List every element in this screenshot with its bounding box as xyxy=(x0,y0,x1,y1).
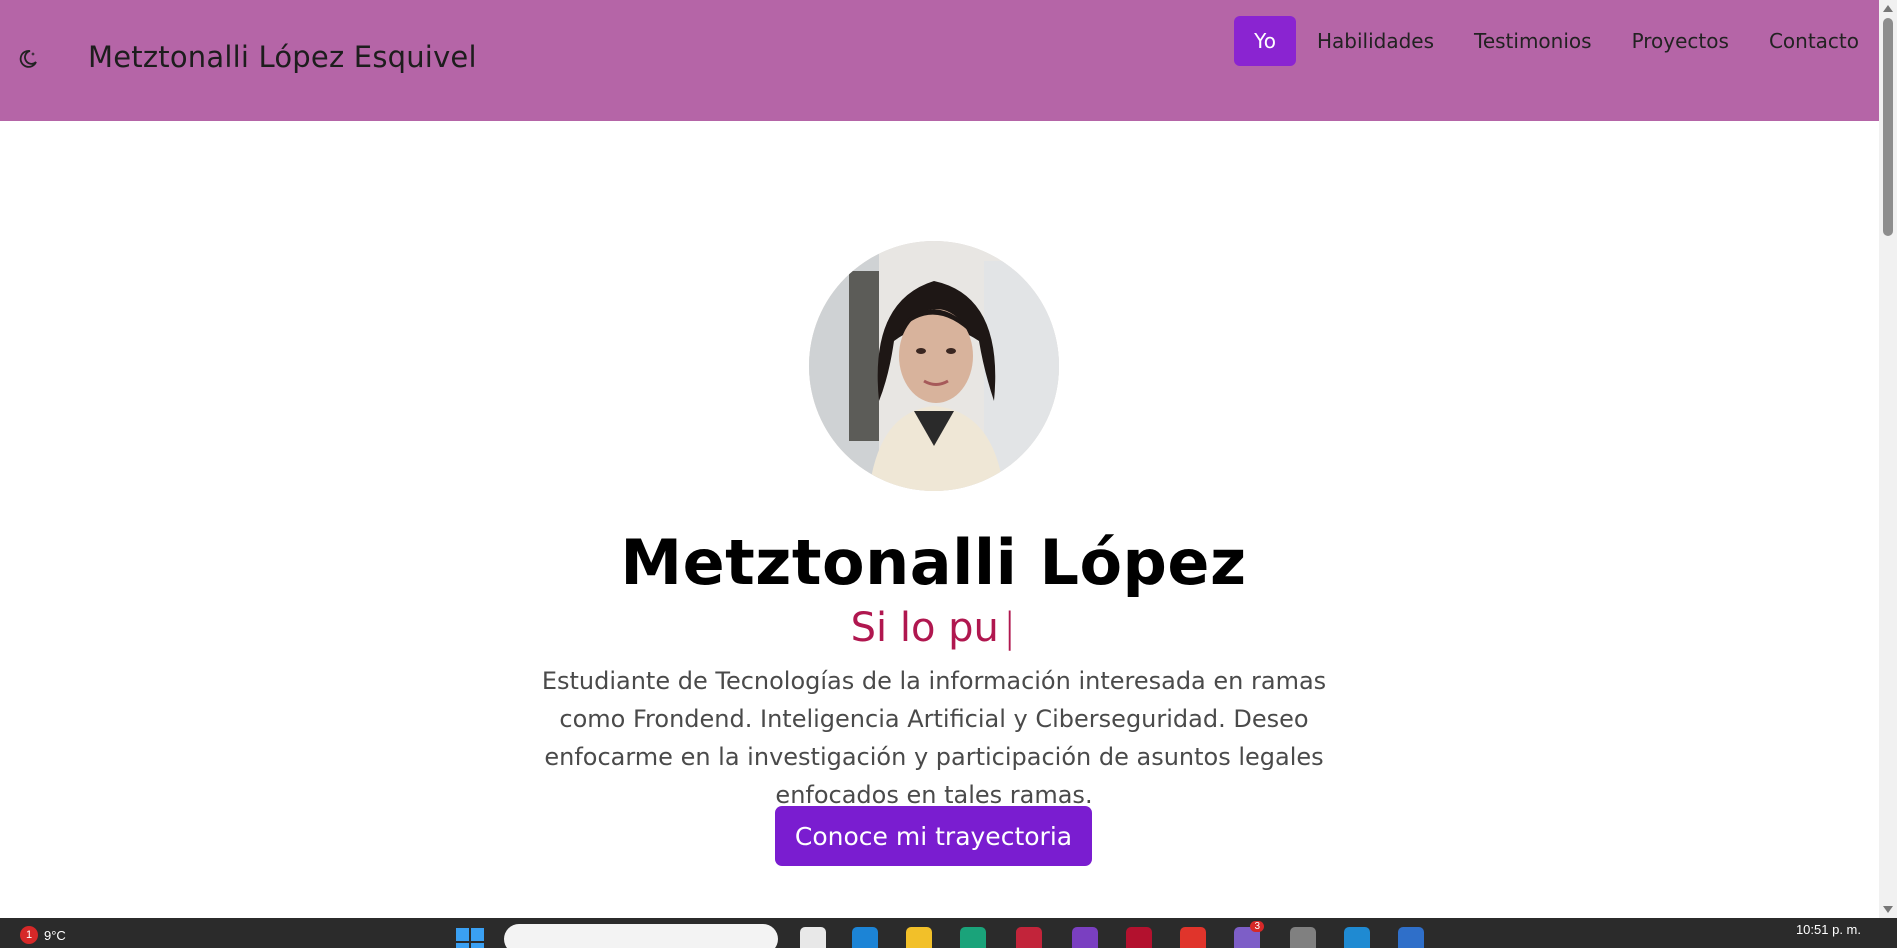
browser-viewport: Metztonalli López Esquivel Yo Habilidade… xyxy=(0,0,1897,918)
vscode-icon[interactable] xyxy=(1344,927,1370,948)
weather-widget[interactable]: 1 9°C xyxy=(20,926,66,944)
app-icon-2[interactable] xyxy=(1180,927,1206,948)
scroll-thumb[interactable] xyxy=(1883,18,1893,236)
task-view-icon[interactable] xyxy=(800,927,826,948)
settings-icon[interactable] xyxy=(1290,927,1316,948)
app-icon[interactable] xyxy=(1126,927,1152,948)
edge-icon[interactable] xyxy=(852,927,878,948)
top-navbar: Metztonalli López Esquivel Yo Habilidade… xyxy=(0,0,1879,121)
scroll-down-arrow-icon[interactable] xyxy=(1883,906,1893,913)
site-brand[interactable]: Metztonalli López Esquivel xyxy=(88,40,477,74)
weather-alert-badge: 1 xyxy=(20,926,38,944)
mail-app-icon[interactable] xyxy=(1016,927,1042,948)
browser-icon[interactable] xyxy=(960,927,986,948)
weather-temp: 9°C xyxy=(44,927,66,943)
typed-cursor: | xyxy=(1002,605,1017,651)
os-taskbar: 1 9°C 3 10:51 p. m. xyxy=(0,918,1897,948)
scroll-up-arrow-icon[interactable] xyxy=(1883,5,1893,12)
app-badge: 3 xyxy=(1250,921,1264,932)
windows-start-icon[interactable] xyxy=(456,928,486,948)
file-explorer-icon[interactable] xyxy=(906,927,932,948)
taskbar-search[interactable] xyxy=(504,924,778,948)
active-app-icon[interactable]: 3 xyxy=(1234,921,1264,948)
nav-item-habilidades[interactable]: Habilidades xyxy=(1297,16,1454,66)
typed-text-line: Si lo pu | xyxy=(0,605,1867,651)
hero-bio: Estudiante de Tecnologías de la informac… xyxy=(541,667,1327,809)
nav-menu: Yo Habilidades Testimonios Proyectos Con… xyxy=(1234,16,1879,66)
calendar-icon[interactable] xyxy=(1398,927,1424,948)
moon-icon[interactable] xyxy=(14,45,42,73)
typed-text: Si lo pu xyxy=(850,605,999,651)
nav-item-contacto[interactable]: Contacto xyxy=(1749,16,1879,66)
trajectory-button[interactable]: Conoce mi trayectoria xyxy=(775,806,1092,866)
nav-item-yo[interactable]: Yo xyxy=(1234,16,1296,66)
taskbar-clock[interactable]: 10:51 p. m. xyxy=(1796,922,1861,937)
page-scrollbar[interactable] xyxy=(1879,0,1897,918)
nav-item-proyectos[interactable]: Proyectos xyxy=(1612,16,1749,66)
visual-studio-icon[interactable] xyxy=(1072,927,1098,948)
profile-photo xyxy=(809,241,1059,491)
hero-section: Metztonalli López Si lo pu | Estudiante d… xyxy=(0,121,1879,918)
hero-name: Metztonalli López xyxy=(620,526,1247,599)
nav-item-testimonios[interactable]: Testimonios xyxy=(1454,16,1612,66)
